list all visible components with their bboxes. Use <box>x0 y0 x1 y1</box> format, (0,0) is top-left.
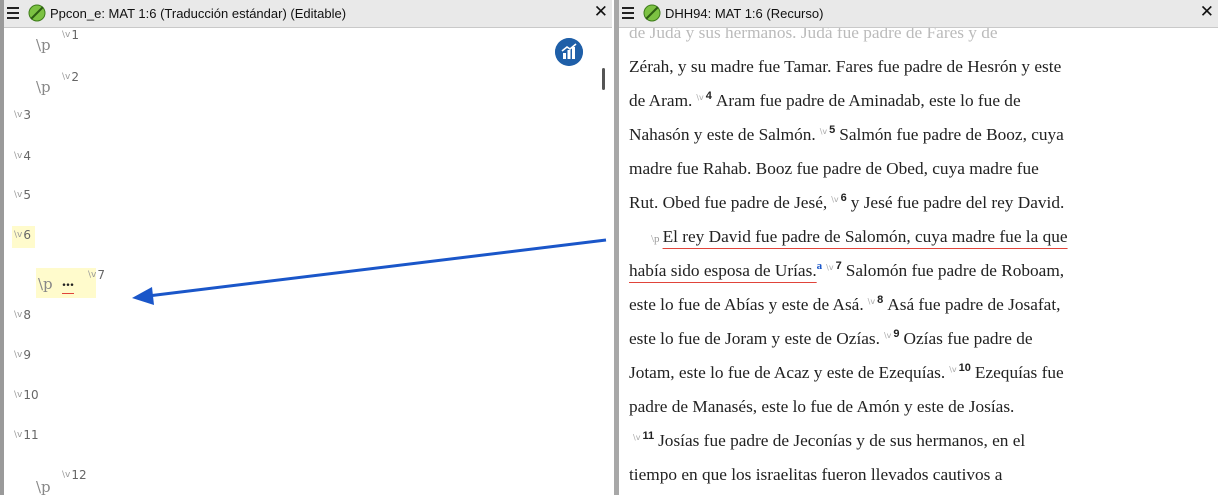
verse-7-text[interactable]: ... <box>62 273 74 294</box>
verse-number: 8 <box>877 294 884 306</box>
paragraph-marker: \p <box>36 478 51 495</box>
paragraph-marker: \p <box>36 78 51 96</box>
text-line: de Aram. \v 4 Aram fue padre de Aminadab, e… <box>629 90 1021 110</box>
verse-number: 9 <box>893 328 900 340</box>
right-pane-close-icon[interactable]: ✕ <box>1200 2 1214 22</box>
verse-number: 10 <box>958 362 971 374</box>
left-pane-title: Ppcon_e: MAT 1:6 (Traducción estándar) (… <box>50 6 347 21</box>
text-line: este lo fue de Abías y este de Asá. \v 8 As… <box>629 294 1061 314</box>
verse-number: 6 <box>840 192 847 204</box>
text-line: Jotam, este lo fue de Acaz y este de Eze… <box>629 362 1064 382</box>
left-pane-close-icon[interactable]: ✕ <box>594 2 608 22</box>
footnote-marker[interactable]: a <box>817 260 823 272</box>
verse-marker-5: \v5 <box>14 188 31 202</box>
text-line: padre de Manasés, este lo fue de Amón y … <box>629 397 1015 416</box>
text-line: había sido esposa de Urías.a \v 7 Salomón f… <box>629 260 1065 280</box>
project-logo-icon <box>28 4 46 22</box>
verse-number: 4 <box>705 90 712 102</box>
text-line: madre fue Rahab. Booz fue padre de Obed,… <box>629 159 1039 178</box>
verse-marker-4: \v4 <box>14 149 31 163</box>
text-line: Nahasón y este de Salmón. \v 5 Salmón fue p… <box>629 124 1064 144</box>
text-line: Zérah, y su madre fue Tamar. Fares fue p… <box>629 57 1062 76</box>
resource-logo-icon <box>643 4 661 22</box>
text-line: Rut. Obed fue padre de Jesé, \v 6 y Jesé fu… <box>629 192 1065 212</box>
verse-marker-1: \v1 <box>62 28 79 42</box>
left-pane-menu-icon[interactable] <box>7 7 19 19</box>
text-line: \v 11 Josías fue padre de Jeconías y de su… <box>633 430 1026 450</box>
verse-marker-2: \v2 <box>62 70 79 84</box>
verse-number: 11 <box>642 430 655 442</box>
right-pane-title: DHH94: MAT 1:6 (Recurso) <box>665 6 824 21</box>
statistics-icon[interactable] <box>555 38 583 66</box>
verse-marker-8: \v8 <box>14 308 31 322</box>
left-pane-titlebar: Ppcon_e: MAT 1:6 (Traducción estándar) (… <box>4 0 612 28</box>
usfm-editor[interactable]: \p \v1 \p \v2 \v3 \v4 \v5 \v6 \p ... \v7… <box>4 28 596 495</box>
text-line: este lo fue de Joram y este de Ozías. \v 9… <box>629 328 1033 348</box>
right-pane-menu-icon[interactable] <box>622 7 634 19</box>
resource-text: de Judá y sus hermanos. Judá fue padre d… <box>629 16 1208 492</box>
right-pane-titlebar: DHH94: MAT 1:6 (Recurso) ✕ <box>619 0 1218 28</box>
verse-marker-9: \v9 <box>14 348 31 362</box>
verse-marker-7: \v7 <box>88 268 105 282</box>
verse-number: 5 <box>829 124 836 136</box>
selected-verse-text: El rey David fue padre de Salomón, cuya … <box>662 227 1068 246</box>
verse-marker-3: \v3 <box>14 108 31 122</box>
vertical-scrollbar[interactable] <box>602 68 605 90</box>
paragraph-marker: \p <box>38 275 53 293</box>
verse-marker-12: \v12 <box>62 468 87 482</box>
verse-marker-6: \v6 <box>12 226 35 248</box>
text-line: tiempo en que los israelitas fueron llev… <box>629 465 1003 484</box>
text-line: \p El rey David fue padre de Salomón, cuy… <box>651 227 1068 246</box>
verse-number: 7 <box>835 260 842 272</box>
editable-pane: Ppcon_e: MAT 1:6 (Traducción estándar) (… <box>0 0 612 495</box>
verse-marker-11: \v11 <box>14 428 39 442</box>
resource-pane: de Judá y sus hermanos. Judá fue padre d… <box>614 0 1218 495</box>
verse-marker-10: \v10 <box>14 388 39 402</box>
paragraph-marker: \p <box>36 36 51 54</box>
